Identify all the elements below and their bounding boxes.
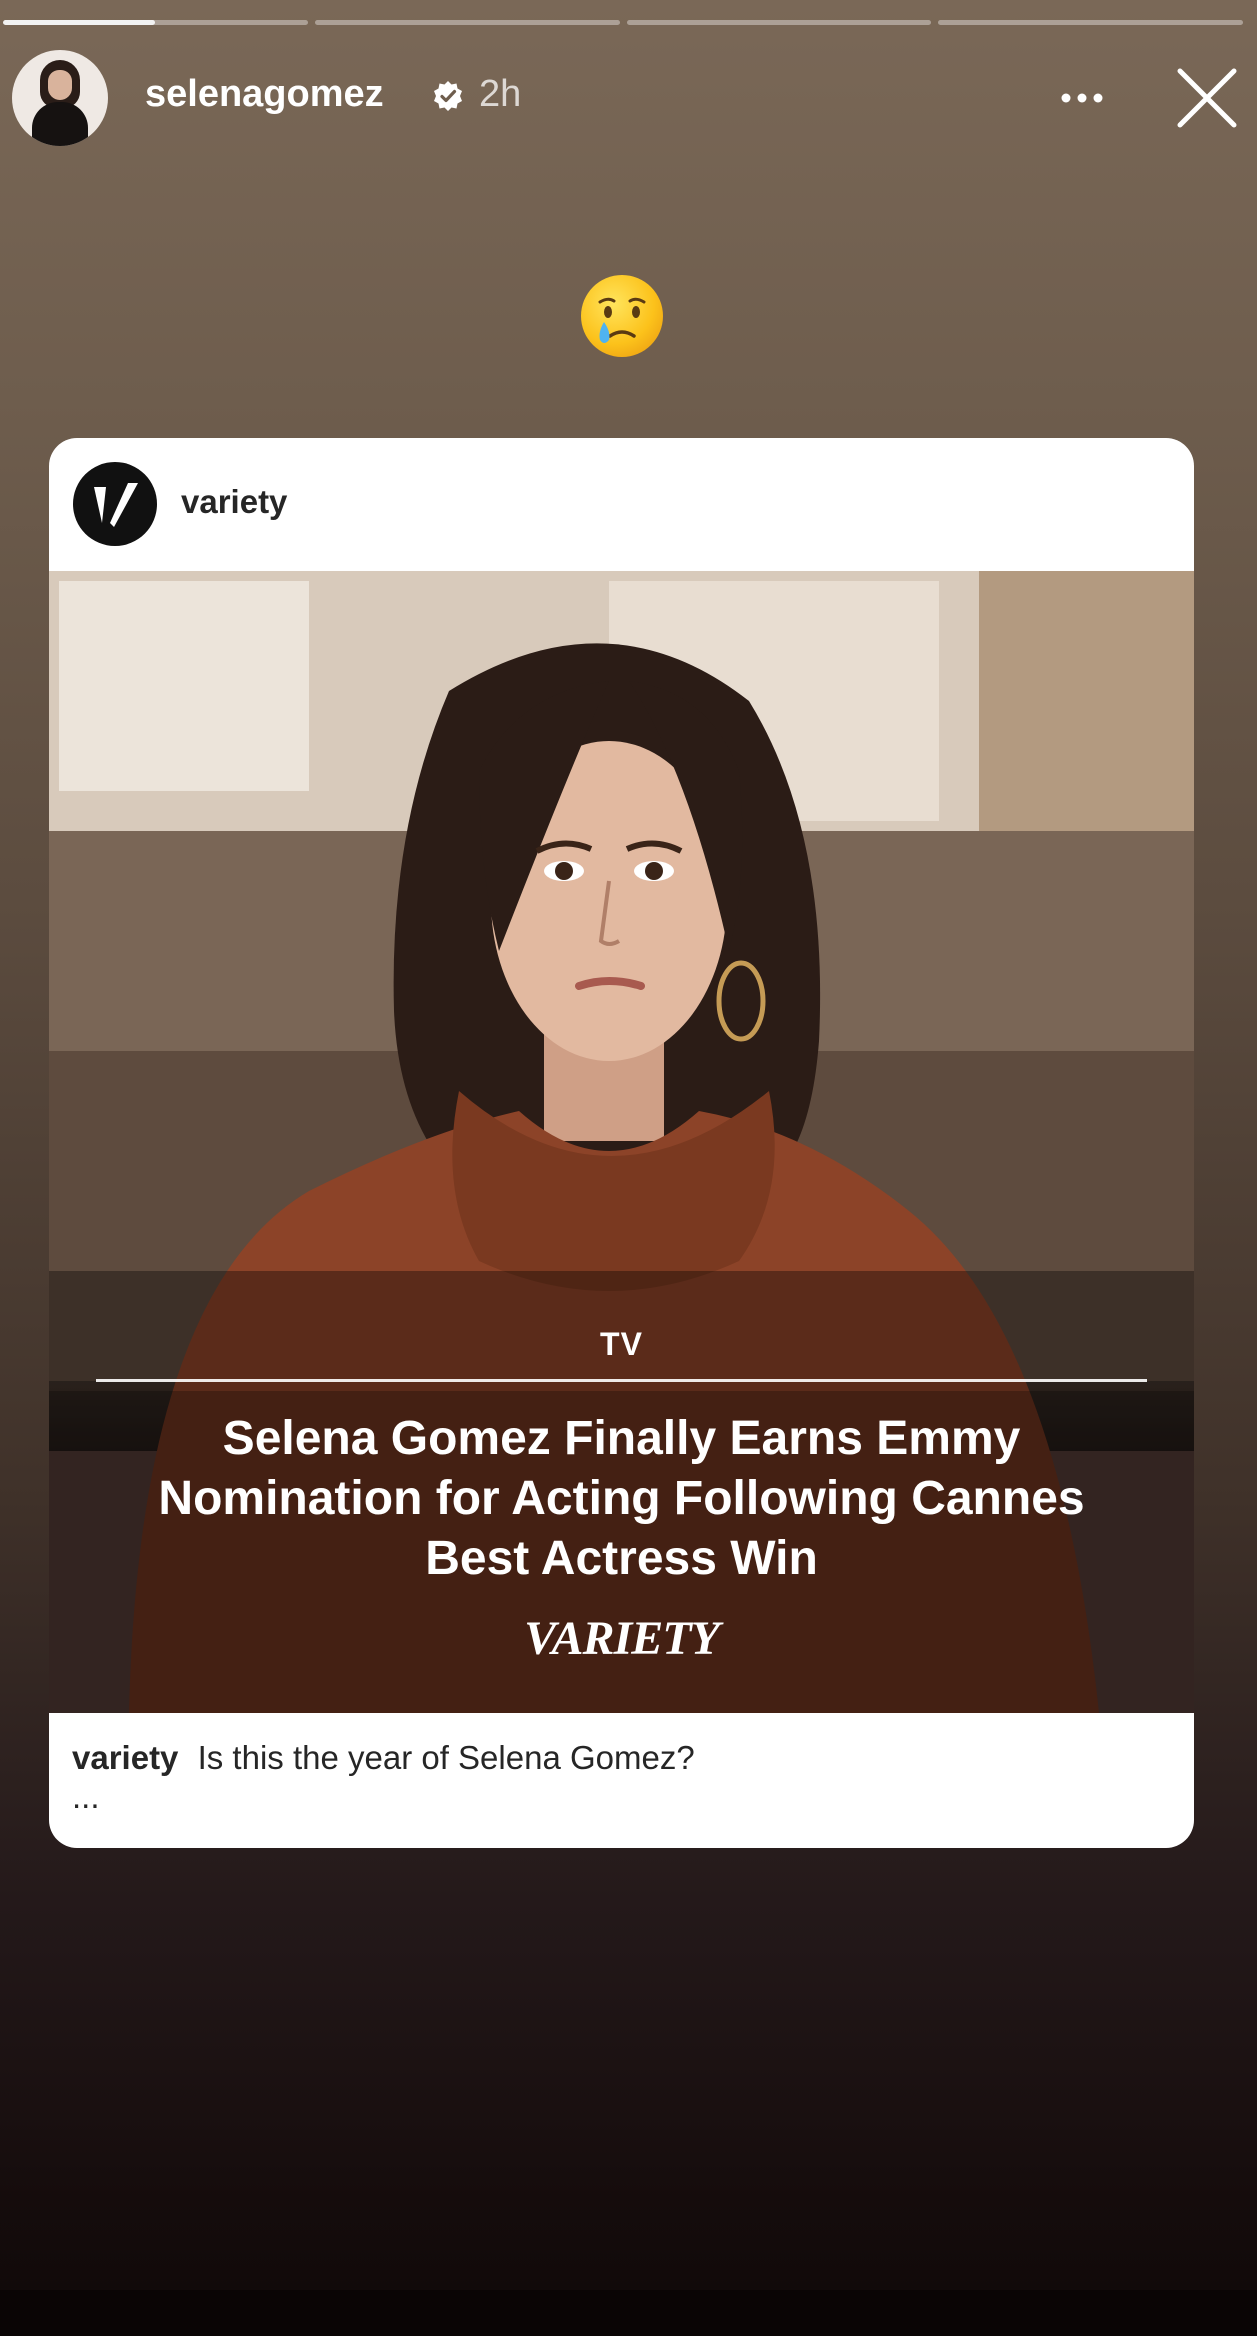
avatar[interactable] (12, 50, 108, 146)
progress-segment (938, 20, 1243, 25)
variety-logo-icon[interactable] (72, 461, 158, 547)
close-icon[interactable] (1174, 65, 1240, 131)
progress-segment-fill (3, 20, 156, 25)
story-username[interactable]: selenagomez (145, 72, 384, 118)
story-progress-bar (3, 20, 1243, 25)
story-timestamp: 2h (479, 73, 522, 115)
shared-post-header: variety (49, 438, 1194, 571)
story-header: selenagomez 2h (12, 50, 1242, 146)
avatar-dress (32, 102, 88, 146)
article-headline: Selena Gomez Finally Earns Emmy Nominati… (158, 1412, 1085, 1585)
shared-post-username[interactable]: variety (181, 483, 287, 521)
caption-more: ... (72, 1778, 100, 1815)
shared-post-image[interactable]: TV Selena Gomez Finally Earns Emmy Nomin… (49, 571, 1194, 1713)
more-options-icon[interactable] (1052, 78, 1112, 118)
article-section-label: TV (600, 1326, 643, 1362)
caption-username: variety (72, 1739, 179, 1776)
progress-segment (314, 20, 620, 25)
divider (96, 1379, 1147, 1382)
variety-wordmark: VARIETY (524, 1612, 720, 1665)
verified-badge-icon (434, 81, 462, 111)
progress-segment (3, 20, 308, 25)
face-holding-back-tears-icon[interactable] (578, 272, 666, 360)
shared-post-card[interactable]: variety TV Selena Gomez Finally Earns Em… (49, 438, 1194, 1848)
caption-text: Is this the year of Selena Gomez? (197, 1739, 695, 1776)
avatar-face (48, 70, 72, 100)
progress-segment (626, 20, 932, 25)
shared-post-caption: variety Is this the year of Selena Gomez… (72, 1738, 1172, 1778)
bottom-bar (0, 2290, 1257, 2336)
